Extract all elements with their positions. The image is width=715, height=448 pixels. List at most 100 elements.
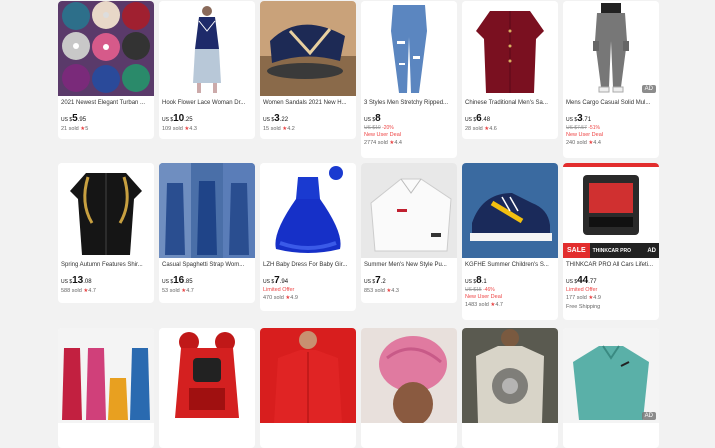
ad-badge: AD xyxy=(641,85,656,93)
product-price: US $3.71 xyxy=(566,113,592,124)
product-title[interactable]: Spring Autumn Features Shir... xyxy=(61,261,151,269)
product-card[interactable]: AD xyxy=(563,328,659,448)
printed-tshirt-image xyxy=(462,328,558,423)
product-title[interactable]: LZH Baby Dress For Baby Gir... xyxy=(263,261,353,269)
product-sales-rating: 2774 sold ★4.4 xyxy=(364,140,402,146)
original-price: US $15 -46% xyxy=(465,287,495,293)
product-card[interactable]: SALE THINKCAR PRO AD THINKCAR PRO All Ca… xyxy=(563,163,659,320)
product-image[interactable] xyxy=(260,1,356,96)
product-card[interactable]: KGFHE Summer Children's S... US $8.1 US … xyxy=(462,163,558,320)
product-title[interactable]: Casual Spaghetti Strap Wom... xyxy=(162,261,252,269)
product-sales-rating: 109 sold ★4.3 xyxy=(162,126,197,132)
product-title[interactable]: Women Sandals 2021 New H... xyxy=(263,99,353,107)
product-price: US $5.95 xyxy=(61,113,87,124)
product-image[interactable] xyxy=(462,328,558,423)
product-price: US $7.94 xyxy=(263,275,289,286)
product-image[interactable] xyxy=(58,328,154,423)
red-shirt-image xyxy=(260,328,356,423)
product-card[interactable]: 3 Styles Men Stretchy Ripped... US $8 US… xyxy=(361,1,457,158)
product-card[interactable] xyxy=(462,328,558,448)
cargo-pants-image xyxy=(563,1,659,96)
product-image[interactable] xyxy=(361,163,457,258)
product-sales-rating: 240 sold ★4.4 xyxy=(566,140,601,146)
product-image[interactable] xyxy=(260,163,356,258)
baby-dress-image xyxy=(260,163,356,258)
product-card[interactable]: Summer Men's New Style Pu... US $7.2 853… xyxy=(361,163,457,303)
product-card[interactable] xyxy=(58,328,154,448)
kids-sneaker-image xyxy=(462,163,558,258)
product-card[interactable]: Hook Flower Lace Woman Dr... US $10.25 1… xyxy=(159,1,255,139)
product-sales-rating: 588 sold ★4.7 xyxy=(61,288,96,294)
product-image[interactable]: AD xyxy=(563,328,659,423)
turban-hats-image xyxy=(58,1,154,96)
product-price: US $3.22 xyxy=(263,113,289,124)
product-title[interactable]: 3 Styles Men Stretchy Ripped... xyxy=(364,99,454,107)
strap-jumpsuit-image xyxy=(159,163,255,258)
product-card[interactable]: 2021 Newest Elegant Turban ... US $5.95 … xyxy=(58,1,154,139)
product-image[interactable] xyxy=(462,1,558,96)
sale-banner: SALE THINKCAR PRO AD xyxy=(563,243,659,258)
product-card[interactable] xyxy=(260,328,356,448)
product-card[interactable]: Chinese Traditional Men's Sa... US $6.48… xyxy=(462,1,558,139)
product-card[interactable] xyxy=(361,328,457,448)
product-card[interactable]: Spring Autumn Features Shir... US $13.08… xyxy=(58,163,154,303)
product-title[interactable]: Chinese Traditional Men's Sa... xyxy=(465,99,555,107)
product-image[interactable]: AD xyxy=(563,1,659,96)
teal-polo-image xyxy=(563,328,659,423)
product-image[interactable] xyxy=(260,328,356,423)
ad-badge: AD xyxy=(641,412,656,420)
ripped-jeans-image xyxy=(361,1,457,96)
product-image[interactable]: SALE THINKCAR PRO AD xyxy=(563,163,659,258)
chinese-shirt-image xyxy=(462,1,558,96)
product-price: US $8.1 xyxy=(465,275,487,286)
child-car-seat-image xyxy=(159,328,255,423)
product-sales-rating: 853 sold ★4.3 xyxy=(364,288,399,294)
product-title[interactable]: Mens Cargo Casual Solid Mul... xyxy=(566,99,656,107)
sandals-image xyxy=(260,1,356,96)
product-price: US $6.48 xyxy=(465,113,491,124)
product-image[interactable] xyxy=(159,1,255,96)
product-image[interactable] xyxy=(361,328,457,423)
product-image[interactable] xyxy=(159,328,255,423)
deal-tag: New User Deal xyxy=(465,294,502,300)
free-shipping-label: Free Shipping xyxy=(566,304,601,310)
product-image[interactable] xyxy=(58,1,154,96)
product-image[interactable] xyxy=(462,163,558,258)
original-price: US $10 -20% xyxy=(364,125,394,131)
product-card[interactable] xyxy=(159,328,255,448)
black-gold-shirt-image xyxy=(58,163,154,258)
pink-turban-image xyxy=(361,328,457,423)
product-card[interactable]: Women Sandals 2021 New H... US $3.22 15 … xyxy=(260,1,356,139)
product-sales-rating: 470 sold ★4.9 xyxy=(263,295,298,301)
ruffle-dresses-image xyxy=(58,328,154,423)
polo-shirt-image xyxy=(361,163,457,258)
deal-tag: Limited Offer xyxy=(566,287,598,293)
product-image[interactable] xyxy=(58,163,154,258)
product-title[interactable]: Hook Flower Lace Woman Dr... xyxy=(162,99,252,107)
product-title[interactable]: 2021 Newest Elegant Turban ... xyxy=(61,99,151,107)
product-sales-rating: 28 sold ★4.6 xyxy=(465,126,497,132)
product-card[interactable]: Casual Spaghetti Strap Wom... US $16.85 … xyxy=(159,163,255,303)
deal-tag: New User Deal xyxy=(566,132,603,138)
product-price: US $7.2 xyxy=(364,275,386,286)
product-price: US $16.85 xyxy=(162,275,193,286)
deal-tag: Limited Offer xyxy=(263,287,295,293)
lace-dress-image xyxy=(159,1,255,96)
product-sales-rating: 1483 sold ★4.7 xyxy=(465,302,503,308)
product-image[interactable] xyxy=(159,163,255,258)
ad-badge: AD xyxy=(647,247,656,254)
product-sales-rating: 53 sold ★4.7 xyxy=(162,288,194,294)
product-image[interactable] xyxy=(361,1,457,96)
product-title[interactable]: THINKCAR PRO All Cars Lifeti... xyxy=(566,261,656,269)
product-price: US $44.77 xyxy=(566,275,597,286)
product-price: US $13.08 xyxy=(61,275,92,286)
product-sales-rating: 177 sold ★4.9 xyxy=(566,295,601,301)
original-price: US $7.57 -51% xyxy=(566,125,600,131)
product-card[interactable]: LZH Baby Dress For Baby Gir... US $7.94 … xyxy=(260,163,356,311)
product-title[interactable]: Summer Men's New Style Pu... xyxy=(364,261,454,269)
product-price: US $10.25 xyxy=(162,113,193,124)
deal-tag: New User Deal xyxy=(364,132,401,138)
product-card[interactable]: AD Mens Cargo Casual Solid Mul... US $3.… xyxy=(563,1,659,158)
product-title[interactable]: KGFHE Summer Children's S... xyxy=(465,261,555,269)
product-sales-rating: 15 sold ★4.2 xyxy=(263,126,295,132)
